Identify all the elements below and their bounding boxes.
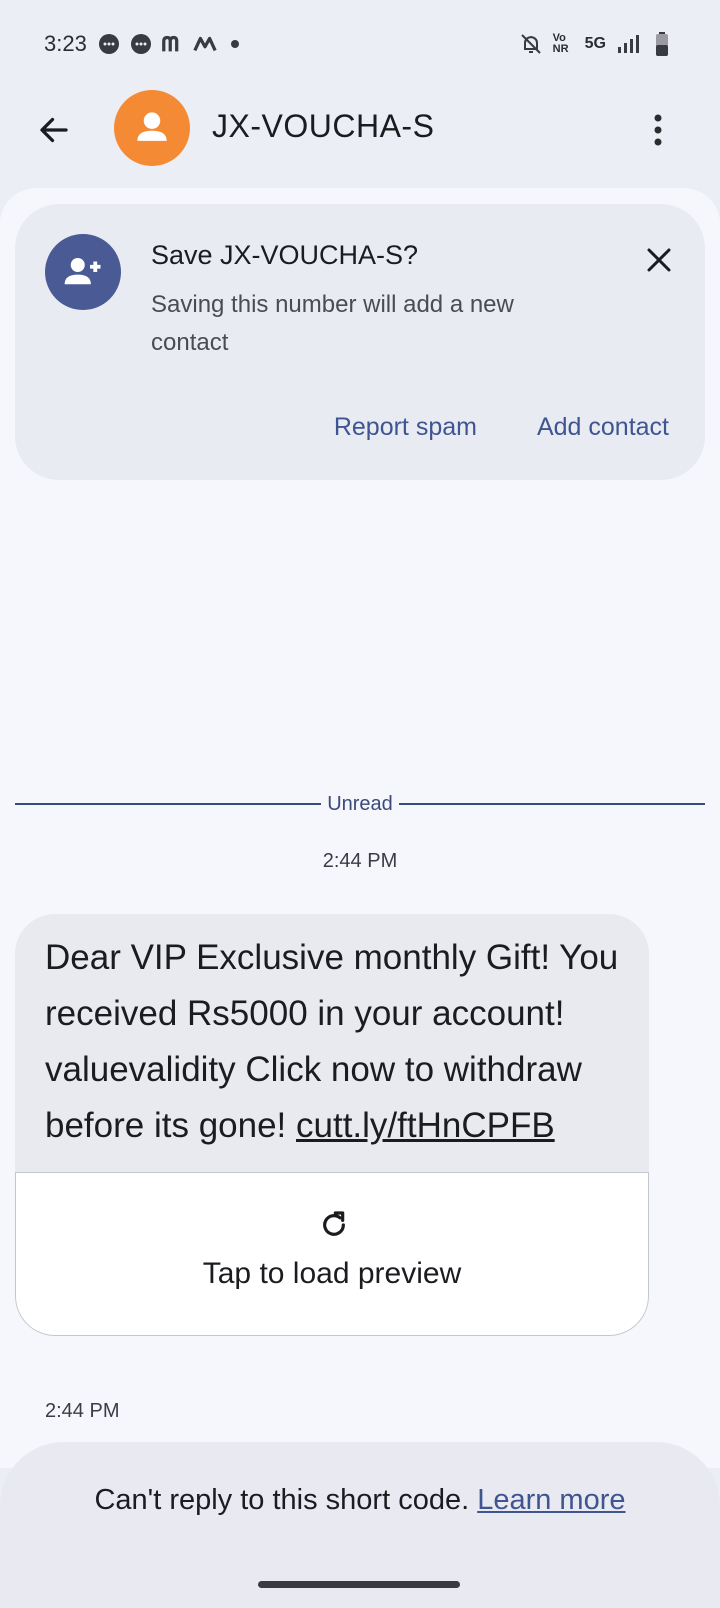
save-card-actions: Report spam Add contact [334,413,669,442]
avatar[interactable] [114,90,190,166]
report-spam-button[interactable]: Report spam [334,413,477,442]
bell-off-icon [519,32,543,56]
message-timestamp-top: 2:44 PM [322,850,398,872]
message-text: Dear VIP Exclusive monthly Gift! You rec… [45,938,619,1145]
learn-more-link[interactable]: Learn more [477,1484,625,1516]
app-wave-icon [193,32,217,56]
more-options-button[interactable] [636,106,680,154]
conversation-title: JX-VOUCHA-S [212,108,435,144]
arrow-back-icon [40,117,68,143]
load-preview-label: Tap to load preview [202,1257,462,1290]
app-bar: JX-VOUCHA-S [0,88,720,188]
status-bar: 3:23 Vo NR 5G [0,0,720,88]
link-preview-button[interactable]: Tap to load preview [15,1172,649,1336]
more-notifications-dot-icon [230,40,239,48]
signal-icon [616,32,640,56]
unread-label: Unread [327,792,393,815]
reply-disabled-bar: Can't reply to this short code. Learn mo… [0,1442,720,1608]
add-contact-button[interactable]: Add contact [537,413,669,442]
conversation-sheet: Save JX-VOUCHA-S? Saving this number wil… [0,188,720,1468]
save-card-title: Save JX-VOUCHA-S? [151,240,419,270]
message-timestamp-bottom: 2:44 PM [45,1400,120,1422]
close-card-button[interactable] [635,236,683,284]
status-right: Vo NR 5G [519,32,674,56]
gesture-handle[interactable] [258,1581,460,1588]
status-time: 3:23 [44,31,87,56]
close-icon [647,248,671,272]
network-type: 5G [584,35,606,52]
save-contact-card: Save JX-VOUCHA-S? Saving this number wil… [15,204,705,480]
add-person-icon [45,234,121,310]
person-icon [137,112,167,141]
reply-notice: Can't reply to this short code. Learn mo… [94,1484,626,1516]
refresh-icon [323,1211,345,1236]
app-m-icon [161,32,185,56]
chat-notification-icon [129,32,153,56]
unread-divider: Unread [15,793,706,815]
message-link[interactable]: cutt.ly/ftHnCPFB [296,1106,555,1145]
status-left: 3:23 [44,31,239,57]
back-button[interactable] [32,108,76,152]
volte-indicator: Vo NR [552,32,569,55]
more-vert-icon [654,114,662,146]
save-card-subtitle: Saving this number will add a new contac… [151,291,514,356]
chat-notification-icon [97,32,121,56]
battery-icon [650,32,674,56]
message-bubble[interactable]: Dear VIP Exclusive monthly Gift! You rec… [15,914,649,1336]
